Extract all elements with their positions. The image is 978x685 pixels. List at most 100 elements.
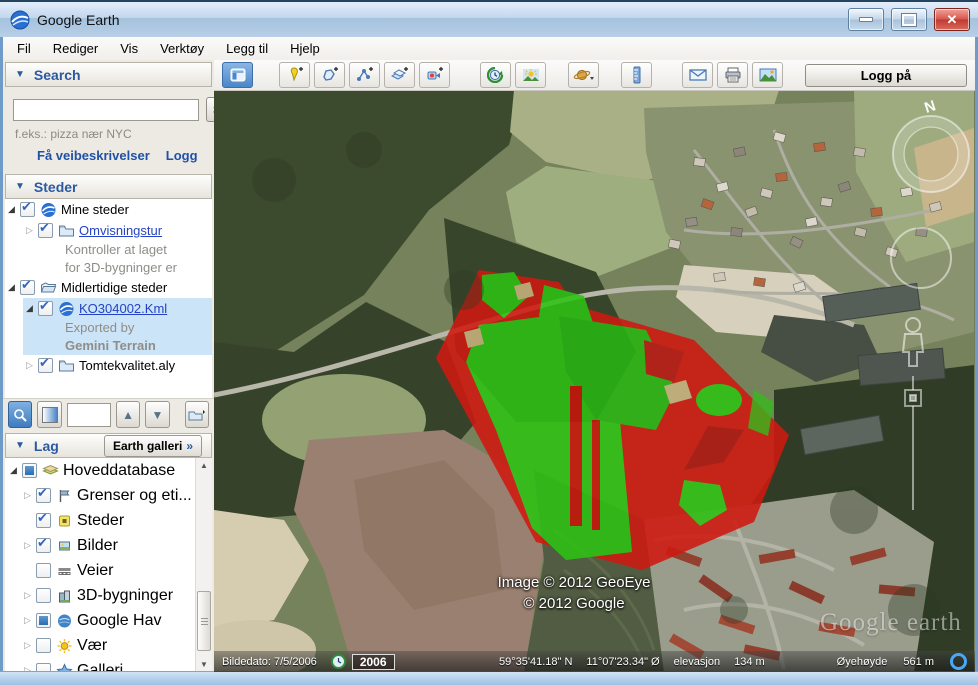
login-button[interactable]: Logg på bbox=[805, 64, 967, 87]
collapsed-arrow-icon[interactable]: ▷ bbox=[21, 640, 34, 651]
move-down-button[interactable]: ▼ bbox=[145, 401, 169, 428]
tree-item-mine-steder[interactable]: ◢ Mine steder bbox=[5, 199, 212, 220]
add-path-button[interactable] bbox=[349, 62, 380, 88]
tree-item-omvisningstur[interactable]: ▷ Omvisningstur bbox=[5, 220, 212, 241]
collapse-triangle-icon: ▼ bbox=[15, 181, 25, 192]
google-earth-icon bbox=[58, 301, 75, 317]
search-places-button[interactable] bbox=[8, 401, 32, 428]
places-panel-header[interactable]: ▼ Steder bbox=[5, 174, 212, 199]
ruler-button[interactable] bbox=[621, 62, 652, 88]
search-input[interactable] bbox=[13, 99, 199, 121]
menu-verktoy[interactable]: Verktøy bbox=[160, 41, 204, 56]
layer-vaer[interactable]: ▷ Vær bbox=[5, 633, 211, 658]
menu-fil[interactable]: Fil bbox=[17, 41, 31, 56]
checkbox[interactable] bbox=[38, 358, 53, 373]
tree-item-midlertidige-steder[interactable]: ◢ Midlertidige steder bbox=[5, 277, 212, 298]
tree-item-ko304002[interactable]: ◢ KO304002.Kml bbox=[23, 298, 212, 319]
tree-item-tomtekvalitet[interactable]: ▷ Tomtekvalitet.aly bbox=[5, 355, 212, 376]
checkbox[interactable] bbox=[38, 301, 53, 316]
expanded-arrow-icon[interactable]: ◢ bbox=[7, 465, 20, 476]
checkbox[interactable] bbox=[36, 538, 51, 553]
expanded-arrow-icon[interactable]: ◢ bbox=[5, 204, 18, 215]
checkbox-unchecked[interactable] bbox=[36, 588, 51, 603]
pegman[interactable] bbox=[903, 318, 923, 366]
menu-hjelp[interactable]: Hjelp bbox=[290, 41, 320, 56]
tree-item-note: Gemini Terrain bbox=[23, 337, 212, 355]
minimize-icon bbox=[859, 17, 873, 22]
zoom-slider[interactable] bbox=[905, 376, 921, 510]
checkbox-unchecked[interactable] bbox=[36, 563, 51, 578]
layer-bilder[interactable]: ▷ Bilder bbox=[5, 533, 211, 558]
layer-veier[interactable]: Veier bbox=[5, 558, 211, 583]
maximize-button[interactable] bbox=[891, 8, 927, 31]
search-panel-header[interactable]: ▼ Search bbox=[5, 62, 212, 87]
collapsed-arrow-icon[interactable]: ▷ bbox=[21, 615, 34, 626]
tree-item-note: for 3D-bygninger er bbox=[5, 259, 212, 277]
add-image-overlay-button[interactable] bbox=[384, 62, 415, 88]
collapsed-arrow-icon[interactable]: ▷ bbox=[23, 360, 36, 371]
time-slider-year[interactable]: 2006 bbox=[352, 654, 395, 670]
record-tour-button[interactable] bbox=[419, 62, 450, 88]
menu-vis[interactable]: Vis bbox=[120, 41, 138, 56]
earth-gallery-button[interactable]: Earth galleri » bbox=[104, 435, 202, 457]
sidebar-toggle-button[interactable] bbox=[222, 62, 253, 88]
print-button[interactable] bbox=[717, 62, 748, 88]
historical-imagery-button[interactable] bbox=[480, 62, 511, 88]
scroll-down-icon[interactable]: ▼ bbox=[197, 657, 211, 672]
email-button[interactable] bbox=[682, 62, 713, 88]
menu-legg-til[interactable]: Legg til bbox=[226, 41, 268, 56]
folder-actions-button[interactable] bbox=[185, 401, 209, 428]
navigation-controls: N bbox=[871, 90, 971, 520]
add-placemark-button[interactable] bbox=[279, 62, 310, 88]
layer-grenser[interactable]: ▷ Grenser og eti... bbox=[5, 483, 211, 508]
collapsed-arrow-icon[interactable]: ▷ bbox=[21, 540, 34, 551]
tree-item-label[interactable]: KO304002.Kml bbox=[79, 301, 167, 316]
expanded-arrow-icon[interactable]: ◢ bbox=[23, 303, 36, 314]
collapsed-arrow-icon[interactable]: ▷ bbox=[21, 590, 34, 601]
places-filter-input[interactable] bbox=[67, 403, 111, 427]
sunlight-button[interactable] bbox=[515, 62, 546, 88]
layer-hoveddatabase[interactable]: ◢ Hoveddatabase bbox=[5, 458, 197, 483]
layers-panel-header[interactable]: ▼ Lag Earth galleri » bbox=[5, 433, 212, 458]
checkbox[interactable] bbox=[36, 513, 51, 528]
opacity-button[interactable] bbox=[37, 401, 61, 428]
time-slider-icon[interactable] bbox=[331, 654, 346, 669]
checkbox[interactable] bbox=[20, 280, 35, 295]
search-button[interactable]: Søk bbox=[206, 97, 214, 122]
checkbox-partial[interactable] bbox=[22, 463, 37, 478]
layer-google-hav[interactable]: ▷ Google Hav bbox=[5, 608, 211, 633]
scroll-up-icon[interactable]: ▲ bbox=[197, 458, 211, 473]
map-toolbar: Logg på bbox=[214, 60, 975, 91]
history-link[interactable]: Logg bbox=[166, 148, 198, 163]
checkbox[interactable] bbox=[36, 488, 51, 503]
add-polygon-button[interactable] bbox=[314, 62, 345, 88]
layers-scrollbar[interactable]: ▲ ▼ bbox=[195, 458, 212, 672]
collapsed-arrow-icon[interactable]: ▷ bbox=[23, 225, 36, 236]
save-image-button[interactable] bbox=[752, 62, 783, 88]
compass[interactable]: N bbox=[893, 97, 969, 192]
checkbox[interactable] bbox=[20, 202, 35, 217]
scrollbar-thumb[interactable] bbox=[197, 591, 211, 651]
close-button[interactable]: ✕ bbox=[934, 8, 970, 31]
collapsed-arrow-icon[interactable]: ▷ bbox=[21, 490, 34, 501]
layer-3d-bygninger[interactable]: ▷ 3D-bygninger bbox=[5, 583, 211, 608]
checkbox[interactable] bbox=[38, 223, 53, 238]
menu-rediger[interactable]: Rediger bbox=[53, 41, 99, 56]
streaming-indicator-icon bbox=[950, 653, 967, 670]
planets-button[interactable] bbox=[568, 62, 599, 88]
places-icon bbox=[56, 513, 73, 529]
layer-steder[interactable]: Steder bbox=[5, 508, 211, 533]
checkbox-partial[interactable] bbox=[36, 613, 51, 628]
expanded-arrow-icon[interactable]: ◢ bbox=[5, 282, 18, 293]
up-arrow-icon: ▲ bbox=[122, 408, 134, 422]
move-up-button[interactable]: ▲ bbox=[116, 401, 140, 428]
title-bar[interactable]: Google Earth ✕ bbox=[0, 0, 978, 37]
tree-item-label[interactable]: Omvisningstur bbox=[79, 223, 162, 238]
places-tree: ◢ Mine steder ▷ Omvisningstur Kontroller… bbox=[5, 199, 212, 398]
layer-galleri[interactable]: ▷ Galleri bbox=[5, 658, 211, 672]
minimize-button[interactable] bbox=[848, 8, 884, 31]
layer-label: Grenser og eti... bbox=[77, 487, 192, 505]
checkbox-unchecked[interactable] bbox=[36, 638, 51, 653]
look-joystick[interactable] bbox=[891, 228, 951, 288]
get-directions-link[interactable]: Få veibeskrivelser bbox=[37, 148, 150, 163]
